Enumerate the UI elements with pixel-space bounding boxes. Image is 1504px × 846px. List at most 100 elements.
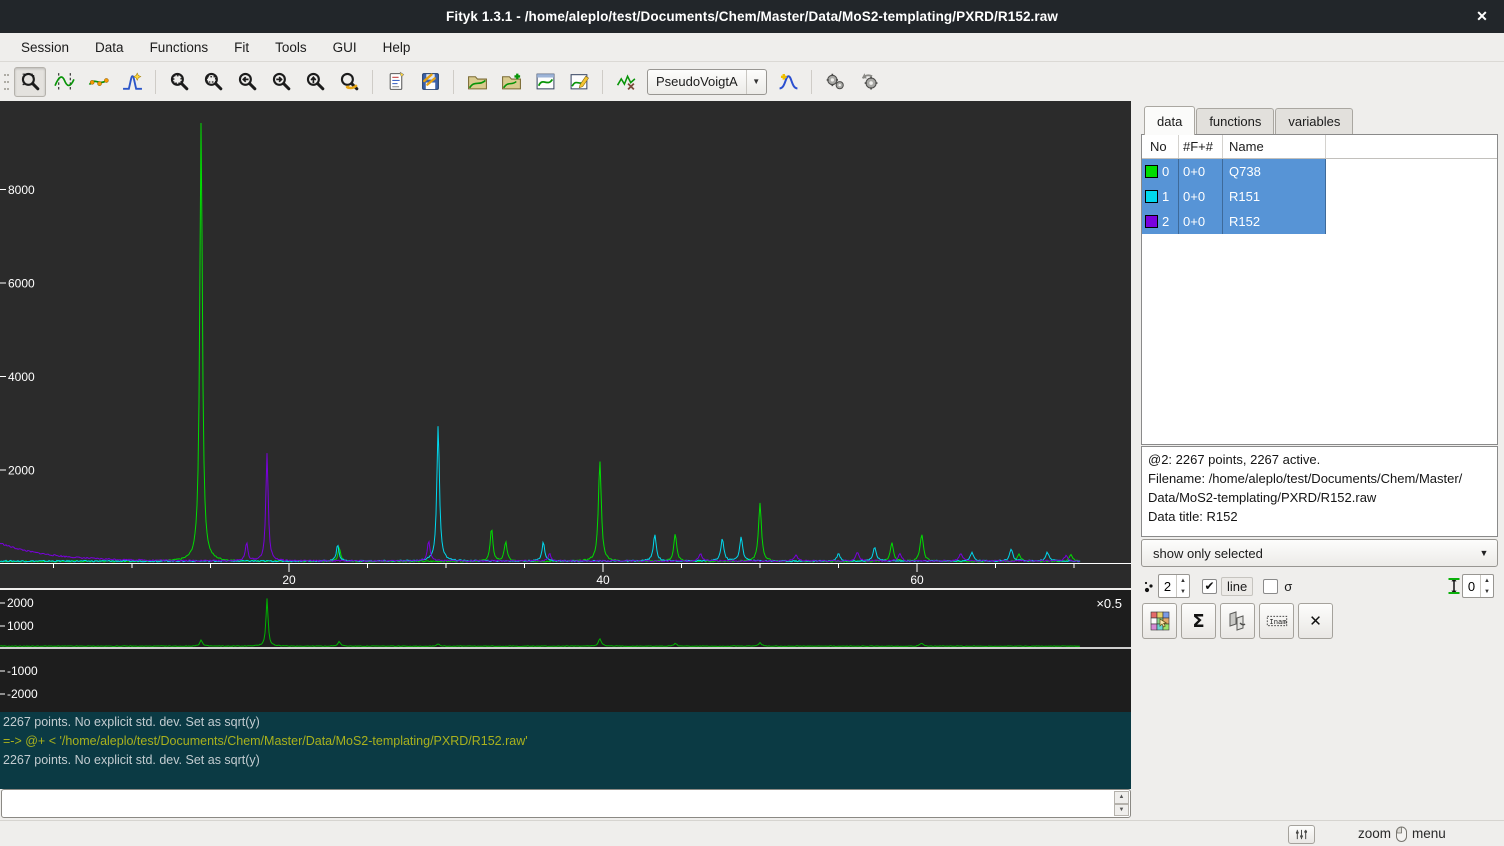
spin-up-icon[interactable]: ▲ [1481,575,1493,586]
table-row[interactable]: 2 0+0 R152 [1142,209,1326,234]
svg-text:-1000: -1000 [7,664,38,678]
sigma-icon: Σ [1192,611,1204,632]
append-data-button[interactable] [495,67,527,97]
line-checkbox-label[interactable]: line [1221,577,1253,596]
svg-text:40: 40 [596,573,610,587]
info-line: Data/MoS2-templating/PXRD/R152.raw [1148,488,1491,507]
tab-functions[interactable]: functions [1196,108,1274,135]
point-size-stepper[interactable]: ▲▼ [1158,574,1190,598]
column-header-name: Name [1223,135,1326,158]
zoom-vertical-button[interactable] [299,67,331,97]
display-controls: ▲▼ ✔ line σ ▲▼ [1142,571,1502,601]
tab-variables[interactable]: variables [1275,108,1353,135]
show-filter-value: show only selected [1142,546,1471,561]
zoom-right-button[interactable] [265,67,297,97]
fit-run-button[interactable] [819,67,851,97]
point-size-value[interactable] [1159,579,1176,594]
svg-text:4000: 4000 [8,370,35,384]
data-table-button[interactable] [529,67,561,97]
command-history-spinner: ▲ ▼ [1114,791,1129,816]
exec-script-button[interactable] [380,67,412,97]
tab-data[interactable]: data [1144,106,1195,135]
save-session-button[interactable] [414,67,446,97]
menu-gui[interactable]: GUI [320,36,370,59]
copy-data-button[interactable] [1220,603,1255,639]
function-type-value: PseudoVoigtA [648,74,746,89]
menu-data[interactable]: Data [82,36,137,59]
aux-plot[interactable]: 20001000-1000-2000×0.5 [0,590,1131,712]
zoom-previous-button[interactable] [333,67,365,97]
dataset-no: 0 [1162,164,1169,179]
data-editor-button[interactable] [563,67,595,97]
menu-functions[interactable]: Functions [137,36,222,59]
history-up-icon[interactable]: ▲ [1114,791,1129,804]
console-line: 2267 points. No explicit std. dev. Set a… [3,751,1128,770]
show-filter-dropdown[interactable]: show only selected ▼ [1141,539,1498,567]
sum-datasets-button[interactable]: Σ [1181,603,1216,639]
svg-text:×0.5: ×0.5 [1096,596,1122,611]
function-type-selector[interactable]: PseudoVoigtA ▼ [647,69,767,95]
zoom-all-button[interactable] [163,67,195,97]
add-function-button[interactable] [772,67,804,97]
toolbar-grip[interactable] [2,69,11,95]
zoom-mode-button[interactable] [14,67,46,97]
dataset-no: 2 [1162,214,1169,229]
dataset-info: @2: 2267 points, 2267 active. Filename: … [1141,446,1498,537]
toolbar-separator [372,70,373,94]
menu-help[interactable]: Help [370,36,424,59]
menu-session[interactable]: Session [8,36,82,59]
spin-up-icon[interactable]: ▲ [1177,575,1189,586]
data-colors-button[interactable] [1142,603,1177,639]
dataset-color-chip [1145,190,1158,203]
spin-down-icon[interactable]: ▼ [1177,586,1189,597]
fityk-window: Fityk 1.3.1 - /home/aleplo/test/Document… [0,0,1504,846]
rename-dataset-button[interactable]: Inam [1259,603,1294,639]
zoom-left-button[interactable] [231,67,263,97]
info-line: Data title: R152 [1148,507,1491,526]
main-plot[interactable]: 2040602000400060008000 [0,101,1131,588]
svg-text:2000: 2000 [7,596,34,610]
close-icon[interactable]: ✕ [1468,0,1496,33]
command-input-row: ▲ ▼ [1,789,1131,818]
baseline-mode-button[interactable] [82,67,114,97]
dataset-name: Q738 [1223,159,1326,184]
dataset-color-chip [1145,215,1158,228]
info-line: @2: 2267 points, 2267 active. [1148,450,1491,469]
menu-tools[interactable]: Tools [262,36,320,59]
sigma-checkbox-label[interactable]: σ [1282,579,1294,594]
table-row[interactable]: 0 0+0 Q738 [1142,159,1326,184]
menubar: Session Data Functions Fit Tools GUI Hel… [0,33,1504,62]
spin-down-icon[interactable]: ▼ [1481,586,1493,597]
add-peak-mode-button[interactable] [116,67,148,97]
statusbar: zoom menu [0,820,1504,846]
dataset-no: 1 [1162,189,1169,204]
fit-undo-button[interactable] [853,67,885,97]
dataset-fcount: 0+0 [1179,209,1223,234]
toolbar-separator [811,70,812,94]
line-checkbox[interactable]: ✔ [1202,579,1217,594]
statusbar-config-button[interactable] [1288,825,1315,844]
zoom-selection-button[interactable] [197,67,229,97]
console-log: 2267 points. No explicit std. dev. Set a… [0,712,1131,789]
statusbar-menu-label: menu [1412,826,1446,841]
sigma-checkbox[interactable] [1263,579,1278,594]
point-size-icon [1142,577,1158,595]
shift-stepper[interactable]: ▲▼ [1462,574,1494,598]
command-input[interactable] [1,789,1131,818]
info-line: Filename: /home/aleplo/test/Documents/Ch… [1148,469,1491,488]
table-row[interactable]: 1 0+0 R151 [1142,184,1326,209]
shift-value[interactable] [1463,579,1480,594]
column-header-no: No [1142,135,1179,158]
titlebar: Fityk 1.3.1 - /home/aleplo/test/Document… [0,0,1504,33]
dataset-color-chip [1145,165,1158,178]
mouse-icon [1393,825,1410,843]
fast-transformations-button[interactable] [610,67,642,97]
toolbar: PseudoVoigtA ▼ [0,62,1504,101]
delete-dataset-button[interactable]: ✕ [1298,603,1333,639]
menu-fit[interactable]: Fit [221,36,262,59]
load-data-button[interactable] [461,67,493,97]
data-range-mode-button[interactable] [48,67,80,97]
history-down-icon[interactable]: ▼ [1114,804,1129,817]
dataset-name: R151 [1223,184,1326,209]
dataset-fcount: 0+0 [1179,184,1223,209]
